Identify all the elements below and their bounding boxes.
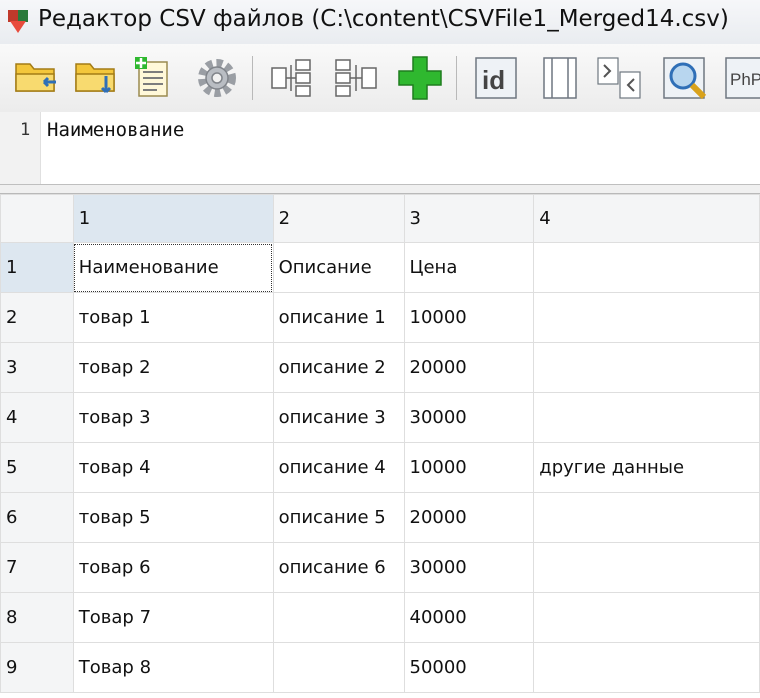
settings-gear-icon bbox=[198, 59, 236, 97]
php-label: PhP bbox=[730, 70, 760, 89]
table-cell[interactable] bbox=[533, 542, 760, 593]
row-header[interactable]: 6 bbox=[0, 492, 74, 543]
php-icon: PhP bbox=[725, 57, 760, 99]
table-cell[interactable]: другие данные bbox=[533, 442, 760, 493]
toolbar-separator bbox=[456, 56, 457, 100]
editor-text[interactable]: Наименование bbox=[47, 119, 184, 141]
column-header[interactable]: 3 bbox=[403, 194, 535, 243]
new-file-icon bbox=[135, 57, 168, 97]
grid-corner[interactable] bbox=[0, 194, 74, 243]
title-bar: Редактор CSV файлов (C:\content\CSVFile1… bbox=[0, 0, 760, 45]
php-button[interactable]: PhP bbox=[724, 52, 760, 104]
table-cell[interactable]: Описание bbox=[272, 242, 405, 293]
svg-text:id: id bbox=[482, 65, 505, 95]
table-cell[interactable]: товар 3 bbox=[72, 392, 274, 443]
table-cell[interactable]: описание 6 bbox=[272, 542, 405, 593]
table-cell[interactable]: 40000 bbox=[403, 592, 535, 643]
settings-button[interactable] bbox=[191, 52, 243, 104]
cell-editor[interactable]: 1 Наименование bbox=[0, 112, 760, 185]
table-cell[interactable]: товар 5 bbox=[72, 492, 274, 543]
add-row-button[interactable] bbox=[394, 52, 446, 104]
row-header[interactable]: 2 bbox=[0, 292, 74, 343]
table-row: 7 товар 6 описание 6 30000 bbox=[0, 542, 760, 593]
table-cell[interactable]: товар 2 bbox=[72, 342, 274, 393]
toolbar: id PhP bbox=[0, 44, 760, 113]
table-cell[interactable] bbox=[272, 642, 405, 693]
window-title: Редактор CSV файлов (C:\content\CSVFile1… bbox=[38, 6, 729, 32]
header-row: 1 2 3 4 bbox=[0, 194, 760, 243]
row-header[interactable]: 9 bbox=[0, 642, 74, 693]
toolbar-separator bbox=[252, 56, 253, 100]
table-cell[interactable]: описание 1 bbox=[272, 292, 405, 343]
save-file-button[interactable] bbox=[70, 52, 122, 104]
row-header[interactable]: 4 bbox=[0, 392, 74, 443]
table-cell[interactable]: 20000 bbox=[403, 342, 535, 393]
column-header[interactable]: 2 bbox=[272, 194, 405, 243]
column-header[interactable]: 1 bbox=[72, 194, 274, 243]
table-row: 1 Наименование Описание Цена bbox=[0, 242, 760, 293]
merge-columns-button[interactable] bbox=[266, 52, 318, 104]
table-row: 2 товар 1 описание 1 10000 bbox=[0, 292, 760, 343]
table-cell[interactable]: описание 5 bbox=[272, 492, 405, 543]
table-cell[interactable]: описание 2 bbox=[272, 342, 405, 393]
table-cell[interactable]: 50000 bbox=[403, 642, 535, 693]
table-cell[interactable]: описание 4 bbox=[272, 442, 405, 493]
table-cell[interactable]: 30000 bbox=[403, 542, 535, 593]
table-cell[interactable]: 10000 bbox=[403, 442, 535, 493]
table-cell[interactable] bbox=[533, 292, 760, 343]
table-row: 6 товар 5 описание 5 20000 bbox=[0, 492, 760, 543]
row-header[interactable]: 3 bbox=[0, 342, 74, 393]
table-cell[interactable]: 20000 bbox=[403, 492, 535, 543]
app-icon bbox=[8, 10, 28, 33]
add-row-icon bbox=[398, 56, 442, 100]
table-cell[interactable]: описание 3 bbox=[272, 392, 405, 443]
table-cell[interactable]: Наименование bbox=[72, 242, 274, 293]
row-header[interactable]: 7 bbox=[0, 542, 74, 593]
split-columns-icon bbox=[335, 59, 377, 97]
table-cell[interactable]: 30000 bbox=[403, 392, 535, 443]
split-columns-button[interactable] bbox=[330, 52, 382, 104]
editor-line-number: 1 bbox=[20, 120, 31, 140]
search-button[interactable] bbox=[660, 52, 712, 104]
table-cell[interactable]: Товар 8 bbox=[72, 642, 274, 693]
table-cell[interactable] bbox=[272, 592, 405, 643]
html-tags-icon bbox=[597, 57, 641, 99]
row-header[interactable]: 8 bbox=[0, 592, 74, 643]
open-file-icon bbox=[15, 63, 56, 92]
html-tags-button[interactable] bbox=[594, 52, 646, 104]
column-width-icon bbox=[543, 57, 577, 99]
id-column-button[interactable]: id bbox=[470, 52, 522, 104]
table-cell[interactable] bbox=[533, 342, 760, 393]
csv-grid: 1 2 3 4 1 Наименование Описание Цена 2 т… bbox=[0, 194, 760, 693]
search-magnifier-icon bbox=[663, 57, 707, 100]
table-row: 4 товар 3 описание 3 30000 bbox=[0, 392, 760, 443]
row-header[interactable]: 1 bbox=[0, 242, 74, 293]
id-column-icon: id bbox=[475, 57, 517, 99]
editor-gutter: 1 bbox=[0, 112, 41, 184]
table-row: 9 Товар 8 50000 bbox=[0, 642, 760, 693]
table-cell[interactable]: 10000 bbox=[403, 292, 535, 343]
merge-columns-icon bbox=[271, 59, 311, 97]
table-cell[interactable]: товар 1 bbox=[72, 292, 274, 343]
table-cell[interactable]: товар 6 bbox=[72, 542, 274, 593]
save-file-icon bbox=[75, 63, 115, 94]
table-cell[interactable] bbox=[533, 592, 760, 643]
table-row: 8 Товар 7 40000 bbox=[0, 592, 760, 643]
table-cell[interactable] bbox=[533, 392, 760, 443]
table-cell[interactable]: Товар 7 bbox=[72, 592, 274, 643]
table-cell[interactable] bbox=[533, 492, 760, 543]
column-header[interactable]: 4 bbox=[533, 194, 760, 243]
table-row: 5 товар 4 описание 4 10000 другие данные bbox=[0, 442, 760, 493]
table-cell[interactable] bbox=[533, 242, 760, 293]
row-header[interactable]: 5 bbox=[0, 442, 74, 493]
table-cell[interactable] bbox=[533, 642, 760, 693]
open-file-button[interactable] bbox=[10, 52, 62, 104]
table-cell[interactable]: Цена bbox=[403, 242, 535, 293]
new-file-button[interactable] bbox=[127, 52, 179, 104]
table-cell[interactable]: товар 4 bbox=[72, 442, 274, 493]
column-width-button[interactable] bbox=[534, 52, 586, 104]
table-row: 3 товар 2 описание 2 20000 bbox=[0, 342, 760, 393]
splitter[interactable] bbox=[0, 185, 760, 194]
